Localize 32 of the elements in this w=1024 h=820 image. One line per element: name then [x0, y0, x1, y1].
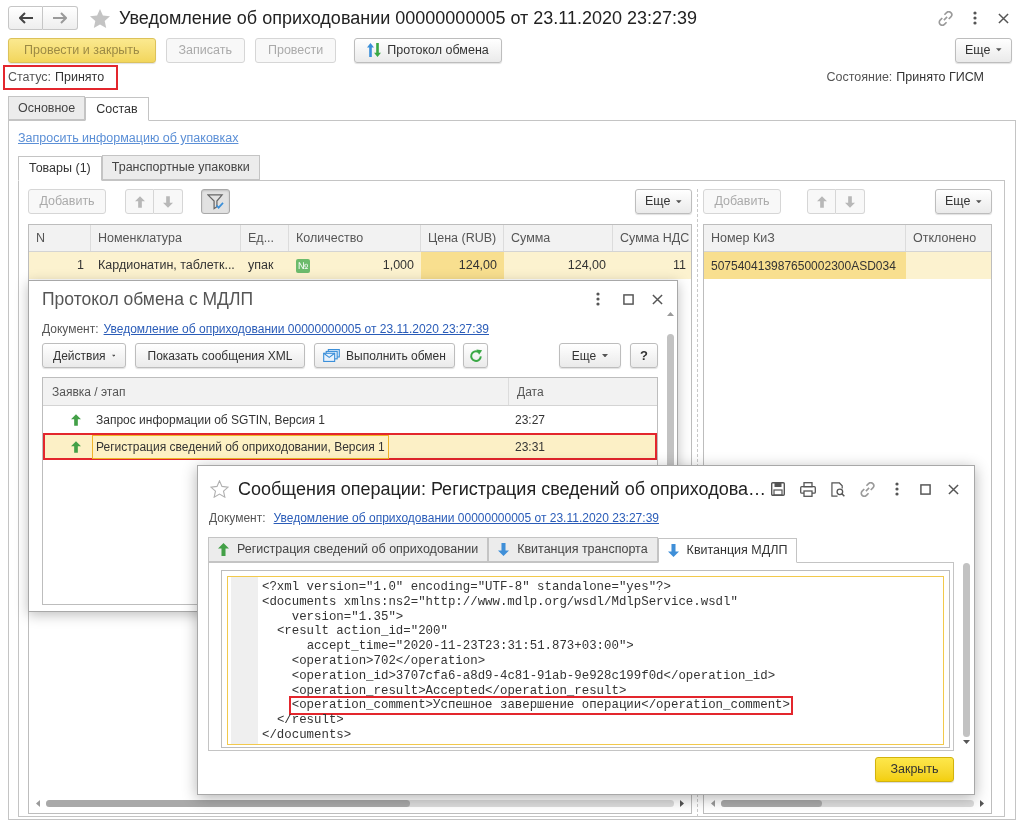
number-badge: № [296, 258, 310, 273]
code-line: <operation_id>3707cfa6-a8d9-4c81-91ab-9e928c199f0d</operation_id> [291, 668, 776, 683]
state-value: Принято ГИСМ [896, 69, 984, 87]
code-line: version="1.35"> [291, 609, 404, 624]
window-title: Сообщения операции: Регистрация сведений об оприходова… [238, 478, 767, 501]
code-line: <documents xmlns:ns2="http://www.mdlp.org/wsdl/MdlpService.wsdl" [262, 594, 738, 609]
table-cell-text: Кардионатин, таблетк... [97, 257, 236, 275]
code-line: </result> [276, 713, 344, 728]
table-cell-text: 1,000 [382, 257, 414, 275]
document-label: Документ: [42, 321, 99, 338]
table-cell-text: 23:31 [514, 438, 547, 456]
table-cell-text: Запрос информации об SGTIN, Версия 1 [95, 411, 326, 429]
code-line: <operation_result>Accepted</operation_result> [291, 683, 627, 698]
code-line: <result action_id="200" [276, 624, 448, 639]
window-title: Протокол обмена с МДЛП [42, 288, 253, 311]
status-value: Принято [55, 69, 105, 87]
code-line: <operation>702</operation> [291, 654, 486, 668]
code-line: </documents> [262, 727, 352, 742]
table-cell-text: упак [247, 257, 275, 275]
table-cell-text: 23:27 [514, 411, 547, 429]
code-line: <?xml version="1.0" encoding="UTF-8" standalone="yes"?> [262, 580, 671, 594]
table-cell-text: 124,00 [566, 257, 607, 275]
table-cell: Регистрация сведений об оприходовании, Версия 1 [92, 434, 389, 459]
status-label: Статус: [8, 69, 51, 87]
window-title: Уведомление об оприходовании 00000000005 от 23.11.2020 23:27:39 [119, 6, 698, 30]
code-line: accept_time="2020-11-23T23:31:51.873+03:00"> [306, 639, 634, 654]
state-label: Состояние: [826, 69, 893, 87]
table-cell-text: 1 [76, 257, 85, 275]
document-label: Документ: [209, 510, 266, 527]
table-cell-text: 11 [672, 257, 687, 275]
table-cell: 124,00 [421, 252, 504, 279]
table-cell: 507540413987650002300ASD034 [704, 252, 906, 279]
